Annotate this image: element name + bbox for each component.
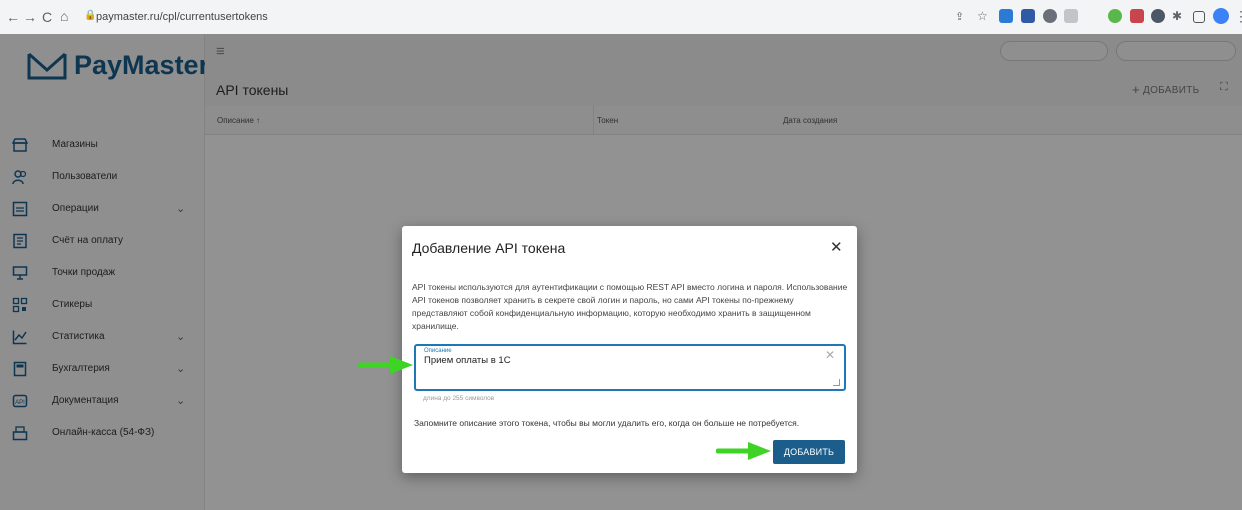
reload-icon[interactable]: C xyxy=(42,9,52,25)
lock-icon: 🔒 xyxy=(84,10,97,21)
close-icon[interactable]: ✕ xyxy=(830,238,843,256)
browser-menu-icon[interactable]: ⋮ xyxy=(1234,8,1242,25)
arrow-right-icon xyxy=(716,442,771,460)
extension-icon[interactable] xyxy=(1021,9,1035,23)
extension-icon[interactable] xyxy=(1043,9,1057,23)
address-bar[interactable]: paymaster.ru/cpl/currentusertokens xyxy=(96,11,268,23)
extension-icon[interactable] xyxy=(999,9,1013,23)
description-field[interactable]: Описание Прием оплаты в 1С ✕ xyxy=(414,344,846,391)
browser-toolbar: ← → C ⌂ 🔒 paymaster.ru/cpl/currentuserto… xyxy=(0,0,1242,35)
description-input[interactable]: Прием оплаты в 1С xyxy=(424,355,511,366)
profile-avatar[interactable] xyxy=(1213,8,1229,24)
extensions-puzzle-icon[interactable]: ✱ xyxy=(1172,9,1182,23)
extension-icon[interactable] xyxy=(1108,9,1122,23)
resize-handle[interactable] xyxy=(833,379,840,386)
side-panel-icon[interactable] xyxy=(1193,11,1205,23)
bookmark-star-icon[interactable]: ☆ xyxy=(977,9,988,23)
share-icon[interactable]: ⇪ xyxy=(955,10,964,23)
clear-icon[interactable]: ✕ xyxy=(825,348,835,362)
back-icon[interactable]: ← xyxy=(6,9,20,25)
arrow-right-icon xyxy=(358,356,413,374)
home-icon[interactable]: ⌂ xyxy=(60,8,68,24)
extension-icon[interactable] xyxy=(1130,9,1144,23)
field-hint: длина до 255 символов xyxy=(423,395,495,402)
forward-icon[interactable]: → xyxy=(23,9,37,25)
add-token-dialog: Добавление API токена ✕ API токены испол… xyxy=(402,226,857,473)
remember-note: Запомните описание этого токена, чтобы в… xyxy=(414,418,800,428)
extension-icon[interactable] xyxy=(1064,9,1078,23)
extension-icon[interactable] xyxy=(1151,9,1165,23)
submit-add-button[interactable]: ДОБАВИТЬ xyxy=(773,440,845,464)
dialog-description: API токены используются для аутентификац… xyxy=(412,282,848,331)
dialog-title: Добавление API токена xyxy=(412,240,566,256)
field-label: Описание xyxy=(424,348,452,354)
